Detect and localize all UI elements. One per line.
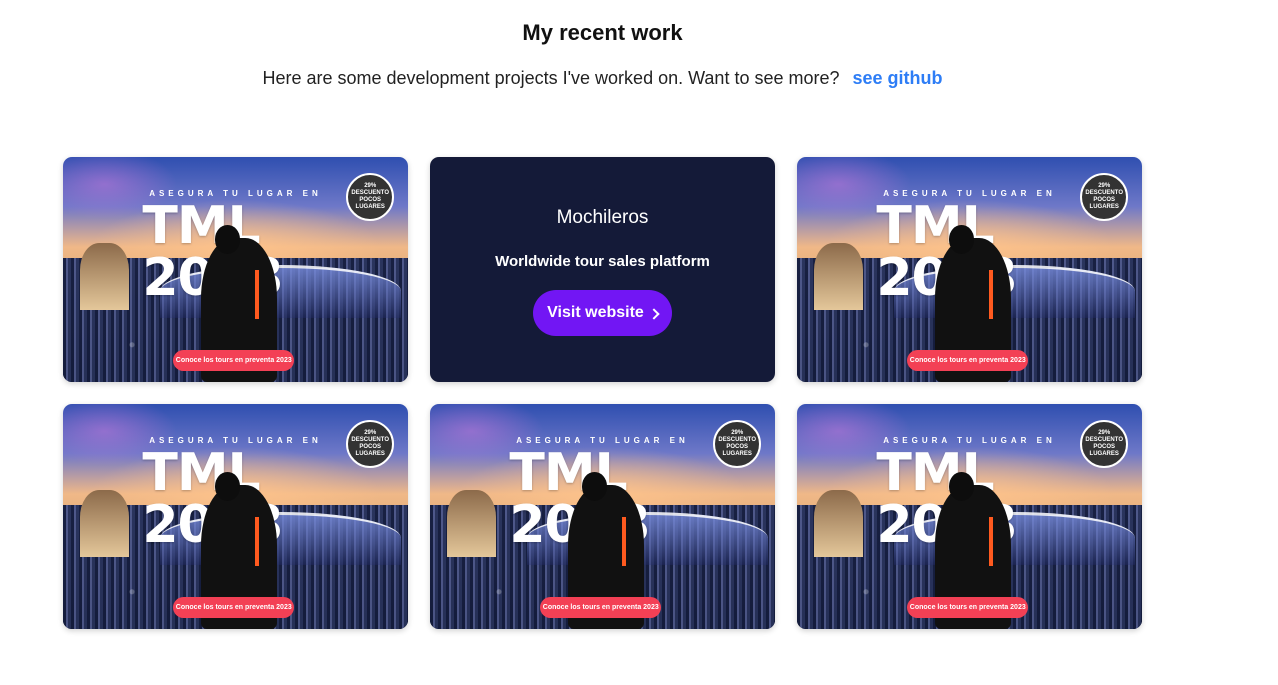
project-card[interactable]: ASEGURA TU LUGAR EN TML 2023 29% DESCUEN…	[797, 157, 1142, 382]
visit-website-label: Visit website	[547, 304, 644, 321]
github-link[interactable]: see github	[853, 68, 943, 88]
project-card[interactable]: ASEGURA TU LUGAR EN TML 2023 29% DESCUEN…	[430, 404, 775, 629]
project-banner-image: ASEGURA TU LUGAR EN TML 2023 29% DESCUEN…	[63, 404, 408, 629]
project-card[interactable]: ASEGURA TU LUGAR EN TML 2023 29% DESCUEN…	[63, 404, 408, 629]
discount-badge: 29% DESCUENTO POCOS LUGARES	[346, 419, 395, 468]
project-card[interactable]: ASEGURA TU LUGAR EN TML 2023 29% DESCUEN…	[797, 404, 1142, 629]
banner-cta-button[interactable]: Conoce los tours en preventa 2023	[173, 596, 295, 618]
project-description: Worldwide tour sales platform	[495, 253, 710, 270]
project-card-featured[interactable]: Mochileros Worldwide tour sales platform…	[430, 157, 775, 382]
subtitle-text: Here are some development projects I've …	[262, 68, 840, 88]
discount-badge: 29% DESCUENTO POCOS LUGARES	[713, 419, 762, 468]
banner-cta-button[interactable]: Conoce los tours en preventa 2023	[173, 349, 295, 371]
discount-badge: 29% DESCUENTO POCOS LUGARES	[1080, 419, 1129, 468]
project-banner-image: ASEGURA TU LUGAR EN TML 2023 29% DESCUEN…	[797, 404, 1142, 629]
banner-cta-button[interactable]: Conoce los tours en preventa 2023	[540, 596, 662, 618]
tower-graphic	[80, 242, 129, 310]
tower-graphic	[814, 489, 863, 557]
section-title: My recent work	[522, 20, 683, 45]
tower-graphic	[80, 489, 129, 557]
banner-cta-button[interactable]: Conoce los tours en preventa 2023	[907, 349, 1029, 371]
project-banner-image: ASEGURA TU LUGAR EN TML 2023 29% DESCUEN…	[430, 404, 775, 629]
project-banner-image: ASEGURA TU LUGAR EN TML 2023 29% DESCUEN…	[797, 157, 1142, 382]
project-name: Mochileros	[556, 207, 649, 228]
visit-website-button[interactable]: Visit website	[533, 290, 672, 336]
project-card[interactable]: ASEGURA TU LUGAR EN TML 2023 29% DESCUEN…	[63, 157, 408, 382]
discount-badge: 29% DESCUENTO POCOS LUGARES	[1080, 172, 1129, 221]
banner-cta-button[interactable]: Conoce los tours en preventa 2023	[907, 596, 1029, 618]
chevron-right-icon	[648, 307, 660, 320]
tower-graphic	[814, 242, 863, 310]
tower-graphic	[447, 489, 496, 557]
project-banner-image: ASEGURA TU LUGAR EN TML 2023 29% DESCUEN…	[63, 157, 408, 382]
section-subtitle: Here are some development projects I've …	[0, 68, 1205, 89]
discount-badge: 29% DESCUENTO POCOS LUGARES	[346, 172, 395, 221]
